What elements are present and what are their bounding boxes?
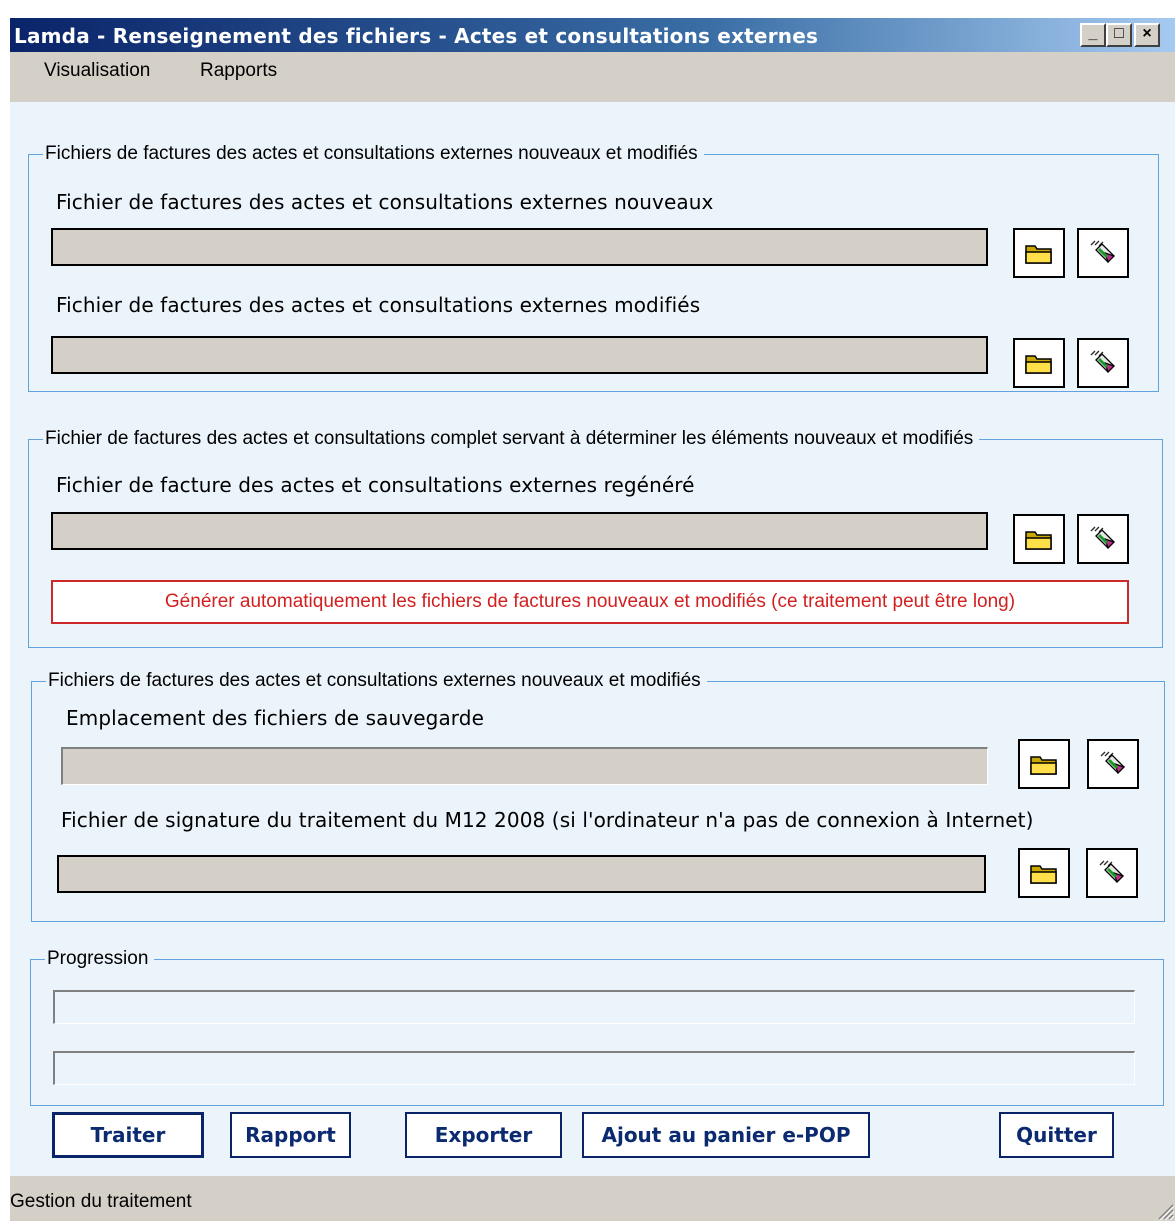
- group-legend: Fichier de factures des actes et consult…: [45, 428, 974, 449]
- progress-bar-secondary: [53, 1051, 1135, 1085]
- browse-signature-file-button[interactable]: [1018, 848, 1070, 898]
- folder-icon: [1025, 245, 1052, 264]
- close-button[interactable]: ×: [1134, 23, 1160, 47]
- close-icon: ×: [1142, 25, 1152, 42]
- menu-visualisation[interactable]: Visualisation: [44, 60, 150, 82]
- minimize-icon: _: [1088, 25, 1098, 42]
- app-window: Lamda - Renseignement des fichiers - Act…: [10, 18, 1175, 1221]
- clear-modified-file-button[interactable]: [1077, 338, 1129, 388]
- clear-backup-location-button[interactable]: [1087, 739, 1139, 789]
- status-bar: Gestion du traitement: [10, 1176, 1175, 1221]
- group-legend: Progression: [47, 948, 149, 969]
- eraser-icon: [1090, 526, 1116, 550]
- field-label-backup-location: Emplacement des fichiers de sauvegarde: [66, 706, 484, 730]
- folder-icon: [1030, 865, 1057, 884]
- eraser-icon: [1099, 860, 1125, 884]
- folder-icon: [1030, 756, 1057, 775]
- resize-grip-icon[interactable]: [1153, 1199, 1175, 1221]
- group-legend: Fichiers de factures des actes et consul…: [45, 143, 698, 164]
- field-label-regenerated-file: Fichier de facture des actes et consulta…: [56, 473, 695, 497]
- browse-regenerated-file-button[interactable]: [1013, 514, 1065, 564]
- field-label-new-file: Fichier de factures des actes et consult…: [56, 190, 714, 214]
- eraser-icon: [1090, 350, 1116, 374]
- browse-modified-file-button[interactable]: [1013, 338, 1065, 388]
- clear-regenerated-file-button[interactable]: [1077, 514, 1129, 564]
- status-text: Gestion du traitement: [10, 1191, 192, 1212]
- maximize-icon: □: [1114, 25, 1124, 42]
- progress-bar-primary: [53, 990, 1135, 1024]
- browse-new-file-button[interactable]: [1013, 228, 1065, 278]
- backup-location-path-field[interactable]: [61, 747, 988, 785]
- folder-icon: [1025, 531, 1052, 550]
- clear-new-file-button[interactable]: [1077, 228, 1129, 278]
- maximize-button[interactable]: □: [1106, 23, 1132, 47]
- new-file-path-field[interactable]: [51, 228, 988, 266]
- title-bar[interactable]: Lamda - Renseignement des fichiers - Act…: [10, 18, 1175, 52]
- field-label-signature-file: Fichier de signature du traitement du M1…: [61, 808, 1034, 832]
- eraser-icon: [1100, 751, 1126, 775]
- field-label-modified-file: Fichier de factures des actes et consult…: [56, 293, 701, 317]
- group-legend: Fichiers de factures des actes et consul…: [48, 670, 701, 691]
- menu-bar: Visualisation Rapports: [10, 52, 1175, 86]
- eraser-icon: [1090, 240, 1116, 264]
- exporter-button[interactable]: Exporter: [405, 1112, 562, 1158]
- menu-rapports[interactable]: Rapports: [200, 60, 277, 82]
- modified-file-path-field[interactable]: [51, 336, 988, 374]
- client-area: Fichiers de factures des actes et consul…: [10, 102, 1175, 1176]
- signature-file-path-field[interactable]: [57, 855, 986, 893]
- browse-backup-location-button[interactable]: [1018, 739, 1070, 789]
- folder-icon: [1025, 355, 1052, 374]
- window-title: Lamda - Renseignement des fichiers - Act…: [14, 24, 819, 48]
- clear-signature-file-button[interactable]: [1086, 848, 1138, 898]
- generate-files-button[interactable]: Générer automatiquement les fichiers de …: [51, 580, 1129, 624]
- minimize-button[interactable]: _: [1080, 23, 1106, 47]
- rapport-button[interactable]: Rapport: [230, 1112, 351, 1158]
- regenerated-file-path-field[interactable]: [51, 512, 988, 550]
- quitter-button[interactable]: Quitter: [999, 1112, 1114, 1158]
- traiter-button[interactable]: Traiter: [52, 1112, 204, 1158]
- add-to-epop-cart-button[interactable]: Ajout au panier e-POP: [582, 1112, 870, 1158]
